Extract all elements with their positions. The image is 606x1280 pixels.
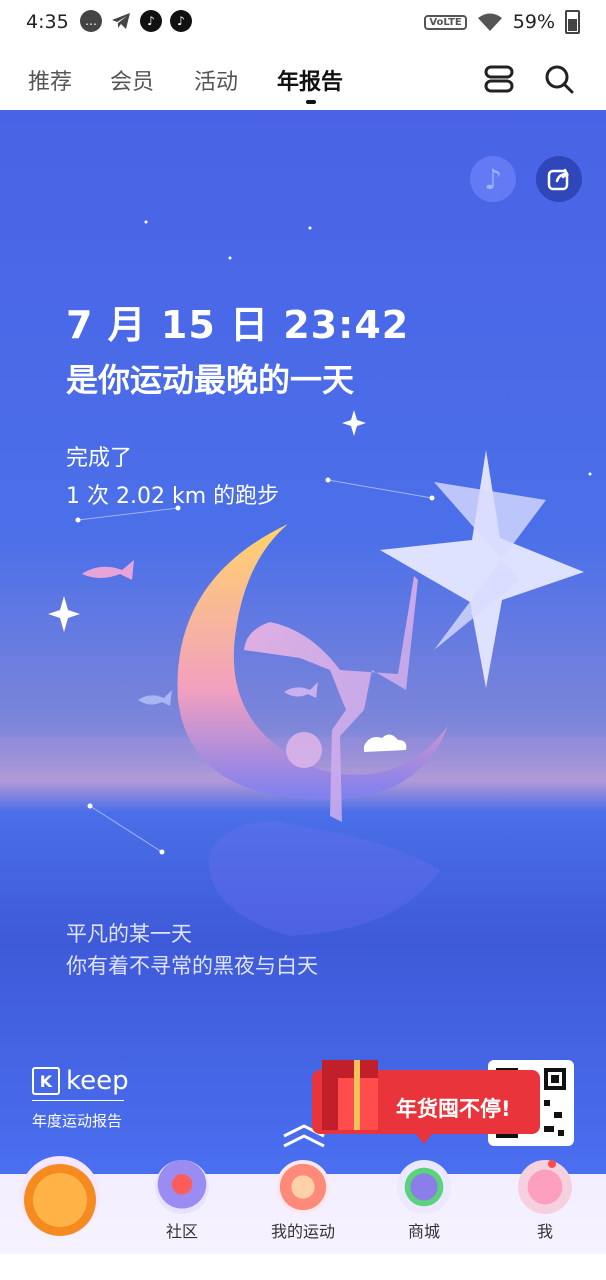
nav-label-community: 社区	[165, 1222, 198, 1241]
notification-dot	[548, 1160, 556, 1168]
community-avatar-icon	[155, 1160, 209, 1214]
menu-icon[interactable]	[482, 62, 516, 96]
tab-membership[interactable]: 会员	[110, 64, 154, 96]
report-run-summary: 1 次 2.02 km 的跑步	[66, 484, 280, 509]
keep-divider	[32, 1100, 124, 1101]
tiktok-icon: ♪	[140, 10, 162, 32]
my-sports-avatar-icon	[276, 1160, 330, 1214]
status-right: VoLTE 59%	[424, 10, 580, 34]
nav-item-me[interactable]: 我	[500, 1160, 590, 1254]
system-home-bar	[0, 1254, 606, 1280]
message-icon: …	[80, 10, 102, 32]
nav-label-me: 我	[536, 1222, 553, 1241]
mall-avatar-icon	[397, 1160, 451, 1214]
volte-badge: VoLTE	[424, 14, 467, 30]
keep-logo: K keep	[32, 1066, 129, 1096]
keep-report-label: 年度运动报告	[32, 1112, 123, 1130]
share-button[interactable]	[536, 156, 582, 202]
night-scene-illustration	[0, 220, 606, 936]
tab-activities[interactable]: 活动	[194, 64, 238, 96]
nav-label-mall: 商城	[407, 1222, 440, 1241]
keep-k-icon: K	[32, 1067, 60, 1095]
search-icon[interactable]	[542, 62, 576, 96]
tab-recommend[interactable]: 推荐	[28, 64, 72, 96]
annual-report-card: ♪ 7 月 15 日 23:42 是你运动最晚的一天 完成了 1 次 2.02 …	[0, 110, 606, 1174]
battery-percent: 59%	[512, 11, 555, 33]
tab-annual-report[interactable]: 年报告	[277, 64, 343, 96]
report-quote-line1: 平凡的某一天	[66, 922, 192, 946]
report-datetime: 7 月 15 日 23:42	[66, 303, 410, 347]
nav-item-my-sports[interactable]: 我的运动	[258, 1160, 348, 1254]
status-time: 4:35	[26, 11, 69, 33]
active-tab-indicator	[306, 100, 316, 104]
me-avatar-icon	[518, 1160, 572, 1214]
notification-icons: … ♪ ♪	[80, 10, 192, 32]
tiktok-icon: ♪	[170, 10, 192, 32]
top-nav: 推荐 会员 活动 年报告	[0, 46, 606, 110]
music-button[interactable]: ♪	[470, 156, 516, 202]
telegram-icon	[110, 10, 132, 32]
report-summary-label: 完成了	[66, 446, 133, 471]
home-mascot-button[interactable]	[20, 1156, 100, 1236]
nav-item-mall[interactable]: 商城	[379, 1160, 469, 1254]
bottom-nav: 社区 我的运动 商城 我	[0, 1156, 606, 1254]
keep-brand-name: keep	[66, 1066, 129, 1096]
nav-item-community[interactable]: 社区	[137, 1160, 227, 1254]
report-headline: 是你运动最晚的一天	[66, 361, 355, 399]
music-note-icon: ♪	[484, 162, 502, 196]
share-icon	[547, 168, 570, 191]
promo-label: 年货囤不停!	[396, 1097, 511, 1121]
wifi-icon	[477, 13, 502, 31]
battery-icon	[565, 10, 580, 34]
report-quote-line2: 你有着不寻常的黑夜与白天	[66, 954, 318, 978]
status-bar: 4:35 … ♪ ♪ VoLTE 59%	[0, 0, 606, 46]
nav-label-my-sports: 我的运动	[270, 1222, 335, 1241]
